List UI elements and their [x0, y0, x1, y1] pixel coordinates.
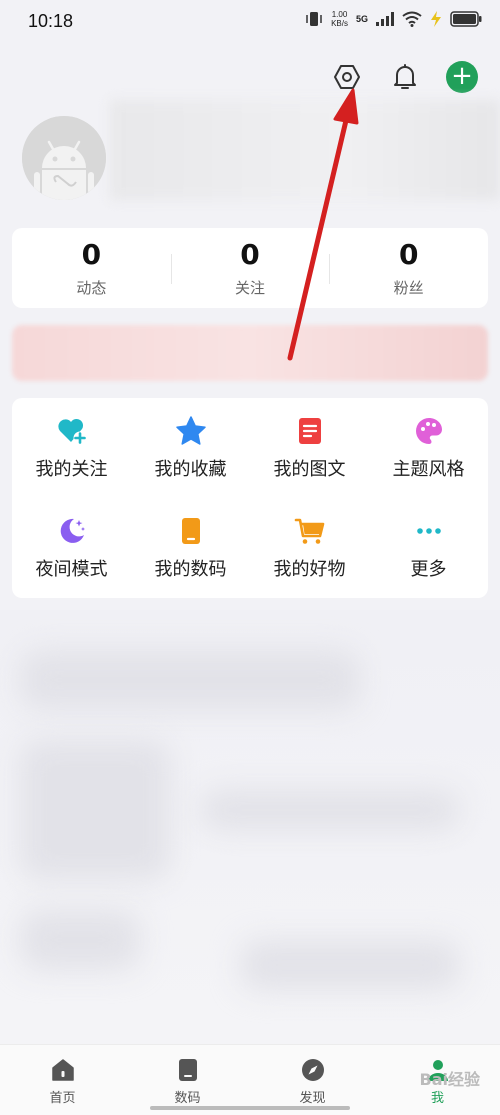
- menu-my-goods[interactable]: 我的好物: [250, 498, 369, 598]
- document-icon: [298, 418, 321, 444]
- stat-label: 关注: [235, 278, 266, 297]
- stat-value: 0: [240, 237, 260, 271]
- home-icon: [51, 1059, 74, 1081]
- menu-label: 我的图文: [273, 459, 346, 480]
- tab-devices[interactable]: 数码: [125, 1045, 250, 1115]
- cart-icon: [294, 518, 324, 544]
- blurred-block: [20, 650, 360, 710]
- phone-icon: [181, 518, 200, 544]
- menu-label: 更多: [410, 559, 447, 580]
- device-icon: [178, 1059, 197, 1081]
- settings-button[interactable]: [330, 60, 364, 94]
- stat-label: 动态: [76, 278, 107, 297]
- compass-icon: [301, 1059, 324, 1081]
- stats-card: 0 动态 0 关注 0 粉丝: [12, 228, 488, 308]
- home-indicator[interactable]: [150, 1106, 350, 1110]
- blurred-block: [200, 790, 460, 830]
- menu-grid: 我的关注 我的收藏 我的图文 主题风格 夜间模式 我的数码 我的好物 更多: [12, 398, 488, 598]
- tab-label: 发现: [299, 1091, 326, 1106]
- notification-button[interactable]: [388, 60, 422, 94]
- watermark: Bai经验: [419, 1070, 480, 1089]
- stat-posts[interactable]: 0 动态: [12, 228, 171, 308]
- tab-label: 首页: [49, 1091, 76, 1106]
- star-icon: [175, 416, 206, 445]
- stat-value: 0: [81, 237, 102, 271]
- content-blurred: [0, 610, 500, 1045]
- blurred-block: [20, 740, 170, 880]
- heart-plus-icon: [57, 418, 86, 445]
- blurred-block: [240, 940, 460, 990]
- tab-label: 数码: [174, 1091, 201, 1106]
- android-avatar-icon: [22, 116, 106, 200]
- menu-my-follows[interactable]: 我的关注: [12, 398, 131, 498]
- menu-label: 夜间模式: [35, 559, 108, 580]
- top-actions: +: [330, 60, 478, 94]
- menu-label: 我的关注: [35, 459, 108, 480]
- stat-followers[interactable]: 0 粉丝: [329, 228, 488, 308]
- signal-icon: [376, 12, 394, 26]
- blurred-block: [20, 910, 140, 970]
- bell-icon: [394, 64, 416, 89]
- palette-icon: [415, 418, 442, 444]
- menu-more[interactable]: 更多: [369, 498, 488, 598]
- menu-night-mode[interactable]: 夜间模式: [12, 498, 131, 598]
- network-type: 5G: [355, 14, 368, 24]
- profile-info-blurred: [110, 100, 500, 200]
- status-time: 10:18: [28, 11, 74, 31]
- plus-icon: +: [451, 61, 473, 91]
- stat-following[interactable]: 0 关注: [170, 228, 330, 308]
- wifi-icon: [402, 11, 422, 27]
- menu-my-posts[interactable]: 我的图文: [250, 398, 369, 498]
- moon-icon: [60, 518, 85, 543]
- menu-my-favorites[interactable]: 我的收藏: [131, 398, 250, 498]
- battery-icon: [450, 11, 482, 27]
- network-speed: 1.00 KB/s: [331, 10, 348, 28]
- stat-value: 0: [398, 237, 419, 271]
- menu-label: 我的收藏: [154, 459, 227, 480]
- menu-label: 主题风格: [392, 459, 465, 480]
- tab-discover[interactable]: 发现: [250, 1045, 375, 1115]
- status-icons: 1.00 KB/s 5G: [305, 10, 482, 28]
- add-button[interactable]: +: [446, 61, 478, 93]
- avatar[interactable]: [22, 116, 106, 200]
- more-icon: [416, 528, 441, 534]
- menu-my-devices[interactable]: 我的数码: [131, 498, 250, 598]
- status-bar: 10:18 1.00 KB/s 5G: [0, 0, 500, 44]
- promo-banner-blurred[interactable]: [12, 325, 488, 381]
- tab-home[interactable]: 首页: [0, 1045, 125, 1115]
- menu-label: 我的数码: [154, 559, 227, 580]
- vibrate-icon: [306, 12, 322, 26]
- charging-icon: [431, 11, 441, 27]
- menu-label: 我的好物: [273, 559, 346, 580]
- menu-theme-style[interactable]: 主题风格: [369, 398, 488, 498]
- settings-hex-icon: [334, 65, 360, 89]
- stat-label: 粉丝: [393, 278, 424, 297]
